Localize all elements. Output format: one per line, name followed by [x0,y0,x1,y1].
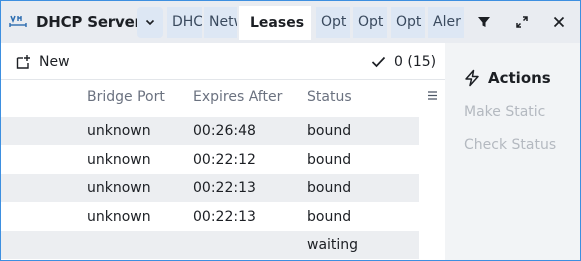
tab-option-matchers[interactable]: Opt [391,7,425,38]
table-row[interactable]: unknown 00:22:12 bound [1,146,419,174]
cell-expires-after: 00:22:12 [193,152,256,168]
cell-bridge-port: unknown [87,180,151,196]
column-header-status[interactable]: Status [307,87,352,107]
cell-status: bound [307,123,352,139]
filter-icon[interactable] [475,13,493,31]
column-menu-icon[interactable] [427,90,438,101]
close-icon[interactable] [550,13,568,31]
cell-status: bound [307,152,352,168]
add-item-icon [16,55,30,69]
cell-expires-after: 00:22:13 [193,180,256,196]
tab-networks[interactable]: Netw [204,7,237,38]
tab-label: DHC [172,14,202,30]
restore-icon[interactable] [513,13,531,31]
dhcp-server-window: DHCP Server DHC Netw Leases Opt Opt Opt … [0,0,581,261]
cell-expires-after: 00:22:13 [193,209,256,225]
actions-panel: Actions Make Static Check Status [445,43,580,260]
column-header-bridge-port[interactable]: Bridge Port [87,87,165,107]
list-toolbar: New 0 (15) [1,43,445,80]
cell-expires-after: 00:26:48 [193,123,256,139]
tab-alerts[interactable]: Aler [428,7,464,38]
table-row[interactable]: unknown 00:26:48 bound [1,117,419,145]
window-title: DHCP Server [36,13,142,31]
actions-title: Actions [488,69,551,87]
cell-bridge-port: unknown [87,209,151,225]
check-status-action[interactable]: Check Status [464,135,556,155]
selection-count-label: 0 (15) [394,54,437,70]
cell-status: bound [307,209,352,225]
tab-label: Netw [209,14,237,30]
check-icon [371,56,386,68]
cell-bridge-port: unknown [87,123,151,139]
tab-option-sets[interactable]: Opt [353,7,387,38]
cell-bridge-port: unknown [87,152,151,168]
title-menu-button[interactable] [137,7,163,38]
table-row[interactable]: unknown 00:22:13 bound [1,174,419,202]
tab-label: Opt [358,14,384,30]
tab-options[interactable]: Opt [316,7,350,38]
tab-label: Opt [321,14,347,30]
dhcp-app-icon [9,15,27,27]
tab-label: Opt [396,14,422,30]
tab-dhcp[interactable]: DHC [167,7,202,38]
tab-label: Leases [250,15,305,31]
cell-status: waiting [307,237,359,253]
column-header-expires-after[interactable]: Expires After [193,87,282,107]
title-bar: DHCP Server DHC Netw Leases Opt Opt Opt … [1,1,580,43]
new-button-label: New [39,54,70,70]
chevron-down-icon [145,19,155,26]
cell-status: bound [307,180,352,196]
lightning-icon [465,69,479,87]
table-row[interactable]: unknown 00:22:13 bound [1,203,419,231]
table-row[interactable]: waiting [1,231,419,259]
tab-leases[interactable]: Leases [239,6,311,40]
tab-label: Aler [433,14,461,30]
make-static-action[interactable]: Make Static [464,102,545,122]
